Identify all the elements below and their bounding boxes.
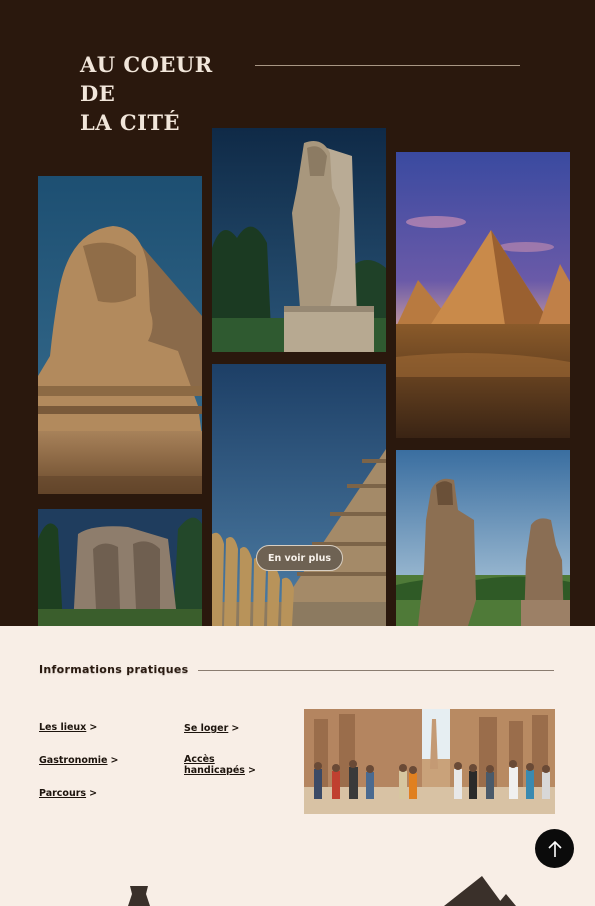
heading-line-2: LA CITÉ <box>80 110 181 135</box>
chevron-right-icon: > <box>89 788 98 799</box>
heading-line-1: AU COEUR DE <box>80 52 213 106</box>
see-more-button[interactable]: En voir plus <box>256 545 343 571</box>
link-acces-label-2: handicapés <box>184 765 245 776</box>
link-lieux[interactable]: Les lieux > <box>39 722 97 733</box>
pyramids-photo[interactable] <box>396 152 570 438</box>
sphinx-photo[interactable] <box>38 176 202 494</box>
link-gastronomie-label: Gastronomie <box>39 755 108 766</box>
temple-photo <box>304 709 555 814</box>
chevron-right-icon: > <box>89 722 98 733</box>
info-title: Informations pratiques <box>39 663 189 676</box>
link-gastronomie[interactable]: Gastronomie > <box>39 755 118 766</box>
link-parcours[interactable]: Parcours > <box>39 788 97 799</box>
link-se-loger[interactable]: Se loger > <box>184 723 239 734</box>
link-acces-label-1: Accès <box>184 754 215 765</box>
info-divider <box>198 670 554 671</box>
scroll-to-top-button[interactable] <box>535 829 574 868</box>
link-se-loger-label: Se loger <box>184 723 229 734</box>
pyramid-icon <box>444 876 516 906</box>
chevron-right-icon: > <box>231 723 240 734</box>
step-pyramid-photo[interactable] <box>212 364 386 626</box>
link-acces-handicapes[interactable]: Accès handicapés > <box>184 754 256 776</box>
link-parcours-label: Parcours <box>39 788 87 799</box>
pharaoh-icon <box>124 884 154 906</box>
relief-photo[interactable] <box>38 509 202 626</box>
chevron-right-icon: > <box>247 765 256 776</box>
section-heading: AU COEUR DE LA CITÉ <box>80 50 250 137</box>
heading-divider <box>255 65 520 66</box>
colossi-photo[interactable] <box>396 450 570 626</box>
arrow-up-icon <box>547 840 562 857</box>
practical-info-section: Informations pratiques Les lieux > Se log… <box>0 626 595 906</box>
link-lieux-label: Les lieux <box>39 722 87 733</box>
chevron-right-icon: > <box>110 755 119 766</box>
statue-photo[interactable] <box>212 128 386 352</box>
hero-section: AU COEUR DE LA CITÉ En voir plus <box>0 0 595 626</box>
